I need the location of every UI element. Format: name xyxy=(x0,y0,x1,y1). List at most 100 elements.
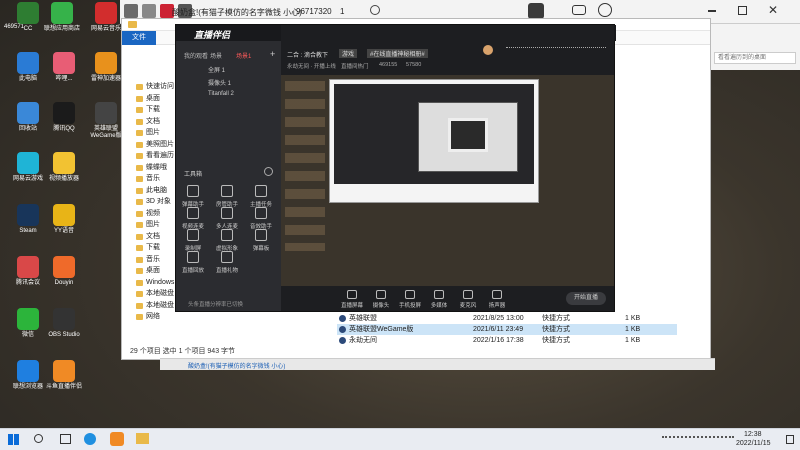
tool-icon xyxy=(255,185,267,197)
gamepad-icon[interactable] xyxy=(572,5,586,15)
start-live-button[interactable]: 开始直播 xyxy=(566,292,606,305)
file-row[interactable]: 英雄联盟 2021/8/25 13:00 快捷方式 1 KB xyxy=(337,313,677,324)
desktop-icon-label: 视频播放器 xyxy=(48,176,79,182)
more-icon[interactable] xyxy=(598,3,612,17)
window-controls: ✕ xyxy=(708,4,798,18)
minimize-icon[interactable] xyxy=(708,10,716,12)
file-row[interactable]: 英雄联盟WeGame版 2021/6/11 23:49 快捷方式 1 KB xyxy=(337,324,677,335)
lower-title: 酸奶盒!(有猫子模仿的名字微钱 小心) xyxy=(188,364,286,370)
side-tabs: 我的观看 场景 场景1 xyxy=(176,49,281,61)
stream-id: 96717320 xyxy=(296,7,332,16)
windows-start-icon[interactable] xyxy=(8,434,19,445)
game-label: 永劫无间 · 开播上线 xyxy=(287,64,336,70)
file-size: 1 KB xyxy=(625,337,641,344)
tool-button[interactable]: 直播礼物 xyxy=(210,251,244,274)
edge-icon[interactable] xyxy=(84,433,96,445)
live-sidebar: 直播伴侣 我的观看 场景 场景1 + 全屏 1 摄像头 1 Titanfall 2 工具… xyxy=(176,25,616,311)
tray-icons[interactable] xyxy=(662,436,734,443)
bottom-tool-button[interactable]: 多媒体 xyxy=(424,290,454,309)
bottom-tool-button[interactable]: 摄像头 xyxy=(366,290,396,309)
status-bar: 29 个项目 选中 1 个项目 943 字节 xyxy=(130,348,236,355)
search-strip: 看看遍历到的桌面 xyxy=(710,24,800,70)
app-icon xyxy=(53,204,75,226)
header-icons[interactable] xyxy=(506,47,606,53)
app-icon xyxy=(53,256,75,278)
desktop-icon[interactable]: OBS Studio xyxy=(40,308,88,339)
desktop-icon[interactable]: 视频播放器 xyxy=(40,152,88,183)
file-type: 快捷方式 xyxy=(542,315,570,322)
bottom-tool-label: 多媒体 xyxy=(430,303,448,309)
search-icon[interactable] xyxy=(34,434,43,443)
app-icon xyxy=(53,308,75,330)
add-scene-icon[interactable]: + xyxy=(270,49,275,59)
tool-button[interactable]: 虚拟形象 xyxy=(210,229,244,252)
tool-icon xyxy=(187,207,199,219)
maximize-icon[interactable] xyxy=(738,6,747,15)
app-icon xyxy=(53,102,75,124)
tool-button[interactable]: 视频连麦 xyxy=(176,207,210,230)
bottom-tool-button[interactable]: 扬声器 xyxy=(482,290,512,309)
file-date: 2021/6/11 23:49 xyxy=(473,326,524,333)
tile-icon[interactable] xyxy=(142,4,156,18)
tool-button[interactable]: 弹幕助手 xyxy=(176,185,210,208)
desktop-icon[interactable]: 联想应用商店 xyxy=(38,2,86,33)
task-view-icon[interactable] xyxy=(60,434,71,444)
desktop-icon[interactable]: 斗鱼直播伴侣 xyxy=(40,360,88,391)
app-logo: 直播伴侣 xyxy=(194,30,231,40)
scene-item[interactable]: 摄像头 1 xyxy=(208,78,231,87)
desktop-icon-label: OBS Studio xyxy=(48,332,80,338)
category-tag[interactable]: 游戏 xyxy=(339,49,358,58)
tile-icon[interactable] xyxy=(124,4,138,18)
bottom-tool-button[interactable]: 直播屏幕 xyxy=(337,290,367,309)
help-icon[interactable] xyxy=(264,167,273,176)
folder-taskbar-icon[interactable] xyxy=(136,433,149,444)
bottom-tool-label: 手机投屏 xyxy=(398,303,421,309)
scene-item[interactable]: 全屏 1 xyxy=(208,65,225,74)
bottom-tool-icon xyxy=(463,290,473,299)
live-header: 二合 : 滴合教下 游戏 #在线直播神秘相册# 永劫无间 · 开播上线 直播间热… xyxy=(281,25,614,75)
tool-button[interactable]: 直播回放 xyxy=(176,251,210,274)
search-input[interactable]: 看看遍历到的桌面 xyxy=(714,52,796,64)
app-icon xyxy=(53,360,75,382)
nav-item[interactable]: 网络 xyxy=(128,311,183,323)
desktop-icon-label: 联想应用商店 xyxy=(43,26,80,32)
file-row[interactable]: 永劫无间 2022/1/16 17:38 快捷方式 1 KB xyxy=(337,335,677,346)
tool-button[interactable]: 多人连麦 xyxy=(210,207,244,230)
tool-label: 弹幕板 xyxy=(252,246,270,252)
desktop-icon[interactable]: YY语音 xyxy=(40,204,88,235)
topic-tag[interactable]: #在线直播神秘相册# xyxy=(367,49,428,58)
app-icon xyxy=(17,204,39,226)
side-tab[interactable]: 场景1 xyxy=(236,51,251,60)
gear-icon[interactable] xyxy=(370,5,380,15)
bottom-tool-icon xyxy=(347,290,357,299)
file-size: 1 KB xyxy=(625,315,641,322)
tool-button[interactable]: 主播任务 xyxy=(244,185,278,208)
side-tab[interactable]: 场景 xyxy=(210,51,222,60)
app-icon xyxy=(17,256,39,278)
bottom-tool-icon xyxy=(405,290,415,299)
close-icon[interactable]: ✕ xyxy=(768,4,780,16)
tool-button[interactable]: 房管助手 xyxy=(210,185,244,208)
file-tab[interactable]: 文件 xyxy=(122,31,156,45)
nested-preview xyxy=(329,79,539,203)
desktop-icon[interactable]: Douyin xyxy=(40,256,88,287)
desktop-icon-label: YY语音 xyxy=(53,228,74,234)
file-name: 永劫无间 xyxy=(349,337,377,344)
bottom-tool-button[interactable]: 麦克风 xyxy=(453,290,483,309)
desktop-icon[interactable]: 腾讯QQ xyxy=(40,102,88,133)
bottom-tool-icon xyxy=(434,290,444,299)
tool-button[interactable]: 弹幕板 xyxy=(244,229,278,252)
desktop-icon[interactable]: 哔哩... xyxy=(40,52,88,83)
side-tab[interactable]: 我的观看 xyxy=(184,51,208,60)
tool-button[interactable]: 音效助手 xyxy=(244,207,278,230)
tool-button[interactable]: 录制屏 xyxy=(176,229,210,252)
home-icon[interactable] xyxy=(528,3,544,19)
avatar[interactable] xyxy=(483,45,493,55)
scene-item[interactable]: Titanfall 2 xyxy=(208,91,234,97)
douyu-taskbar-icon[interactable] xyxy=(110,432,124,446)
tool-icon xyxy=(187,251,199,263)
bottom-tool-button[interactable]: 手机投屏 xyxy=(395,290,425,309)
notification-icon[interactable] xyxy=(786,435,794,444)
stream-title: 酸奶盒!(有猫子模仿的名字微钱 小心) xyxy=(172,8,302,17)
app-icon xyxy=(53,152,75,174)
